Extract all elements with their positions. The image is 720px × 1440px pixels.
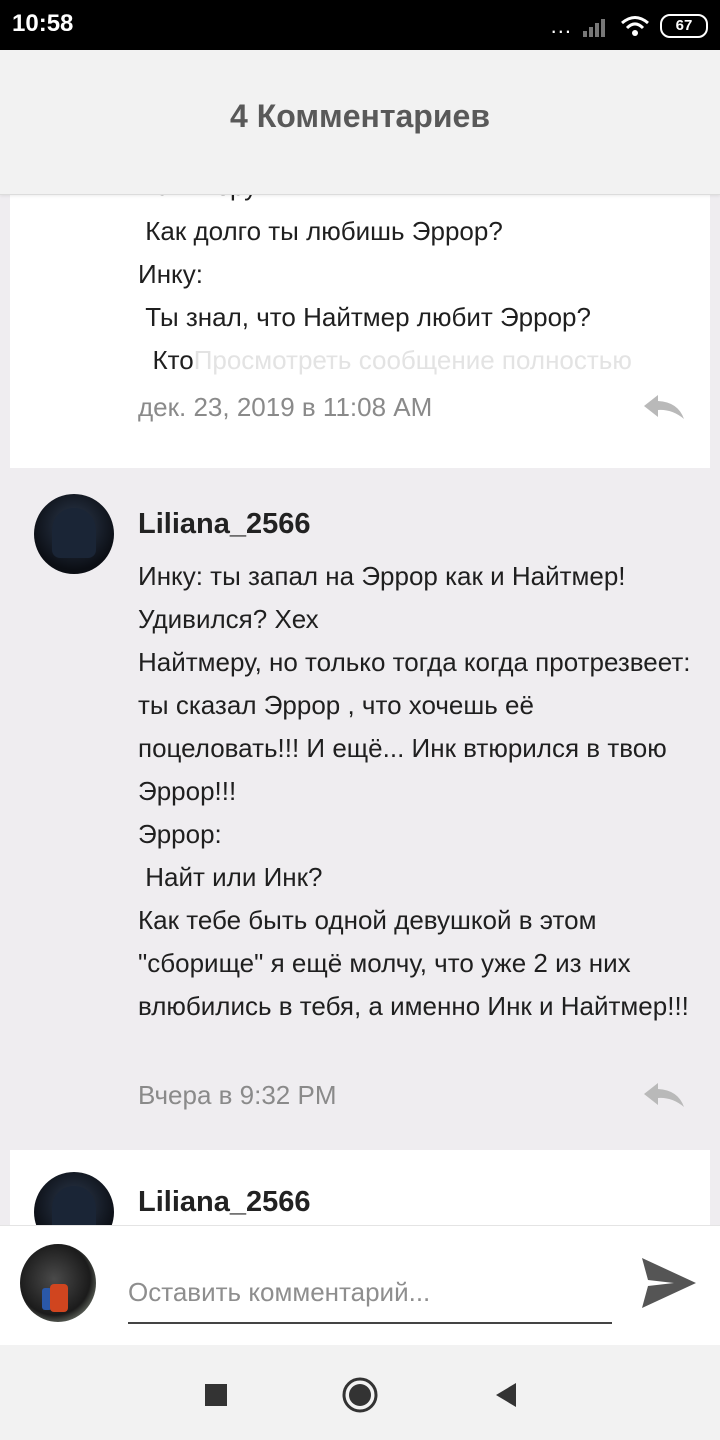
status-icons: ... 67 — [551, 12, 708, 40]
comment-username[interactable]: Liliana_2566 — [138, 508, 311, 541]
signal-icon — [583, 19, 605, 37]
comment-text: Как долго ты любишь Эррор? Инку: Ты знал… — [138, 210, 698, 382]
comment-username[interactable]: Liliana_2566 — [138, 1186, 311, 1219]
system-nav-bar — [0, 1345, 720, 1440]
notification-dots-icon: ... — [550, 13, 572, 38]
comment-composer — [0, 1225, 720, 1346]
comments-header: 4 Комментариев — [0, 50, 720, 195]
comment-card: Liliana_2566 — [10, 1150, 710, 1225]
comment-text-partial: Найтмеру: — [138, 195, 698, 208]
avatar[interactable] — [34, 494, 114, 574]
comment-input[interactable] — [128, 1262, 612, 1324]
comment-text: Инку: ты запал на Эррор как и Найтмер! У… — [138, 561, 691, 1021]
battery-icon: 67 — [660, 14, 708, 38]
back-icon[interactable] — [486, 1375, 526, 1415]
comment-card: Найтмеру: Как долго ты любишь Эррор? Инк… — [10, 195, 710, 468]
status-bar: 10:58 ... 67 — [0, 0, 720, 50]
recent-apps-icon[interactable] — [196, 1375, 236, 1415]
reply-icon[interactable] — [642, 393, 686, 421]
send-icon[interactable] — [640, 1256, 698, 1310]
status-time: 10:58 — [12, 10, 74, 37]
page-title: 4 Комментариев — [230, 98, 490, 134]
comments-feed[interactable]: Найтмеру: Как долго ты любишь Эррор? Инк… — [0, 195, 720, 1225]
comment-date: Вчера в 9:32 PM — [138, 1080, 337, 1110]
wifi-icon — [621, 16, 649, 36]
home-icon[interactable] — [340, 1375, 380, 1415]
comment-date: дек. 23, 2019 в 11:08 AM — [138, 392, 433, 422]
my-avatar[interactable] — [20, 1244, 96, 1322]
avatar[interactable] — [34, 1172, 114, 1225]
comment-card: Liliana_2566 Инку: ты запал на Эррор как… — [10, 470, 710, 1140]
view-full-link[interactable]: Просмотреть сообщение полностью — [194, 345, 632, 375]
reply-icon[interactable] — [642, 1081, 686, 1109]
